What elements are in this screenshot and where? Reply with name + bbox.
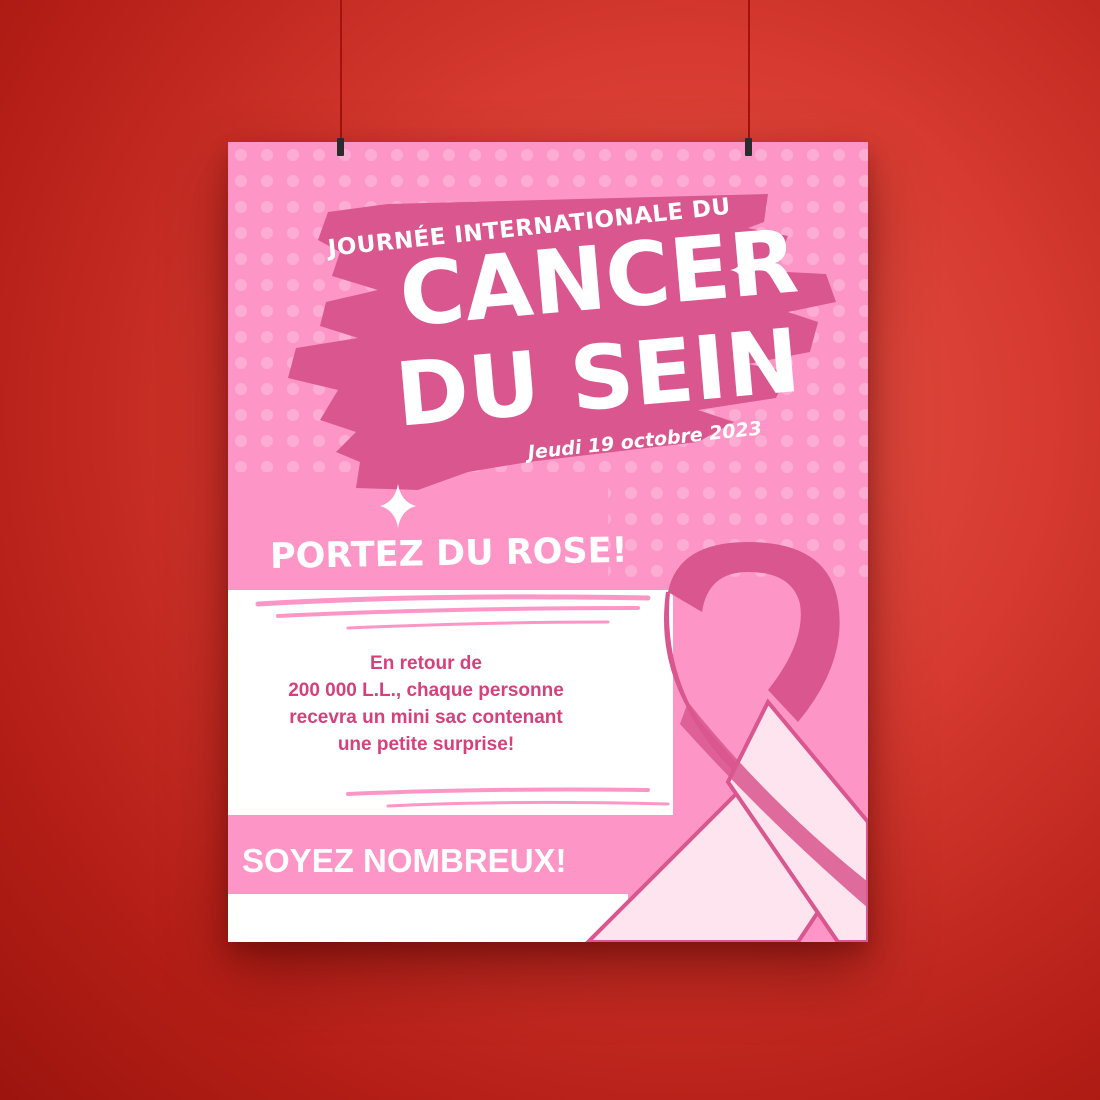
awareness-poster: JOURNÉE INTERNATIONALE DU CANCER DU SEIN… xyxy=(228,142,868,942)
info-text: En retour de 200 000 L.L., chaque person… xyxy=(256,650,596,758)
info-line: recevra un mini sac contenant xyxy=(289,707,563,728)
sparkle-icon xyxy=(380,484,416,528)
binder-clip-left xyxy=(337,138,344,156)
info-line: une petite surprise! xyxy=(337,734,515,755)
call-to-action: PORTEZ DU ROSE! xyxy=(269,530,628,577)
info-line: 200 000 L.L., chaque personne xyxy=(288,680,564,701)
hanging-string-left xyxy=(340,0,342,142)
info-line: En retour de xyxy=(370,653,482,674)
closing-text: SOYEZ NOMBREUX! xyxy=(242,842,567,879)
binder-clip-right xyxy=(745,138,752,156)
hanging-string-right xyxy=(748,0,750,142)
bottom-strip xyxy=(228,894,628,942)
